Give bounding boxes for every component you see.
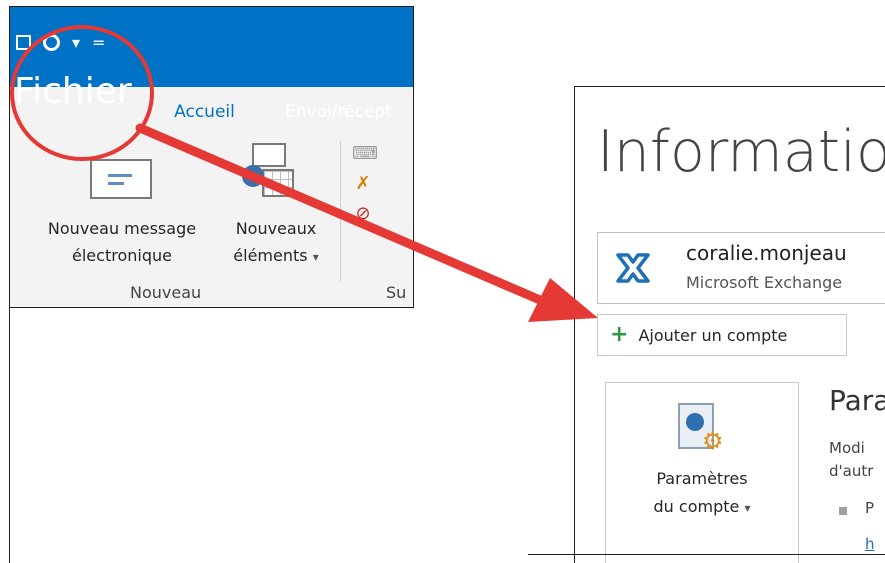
highlight-circle [10, 25, 154, 161]
annotation-overlay [10, 25, 598, 322]
annotation-arrow-shaft [135, 123, 545, 305]
